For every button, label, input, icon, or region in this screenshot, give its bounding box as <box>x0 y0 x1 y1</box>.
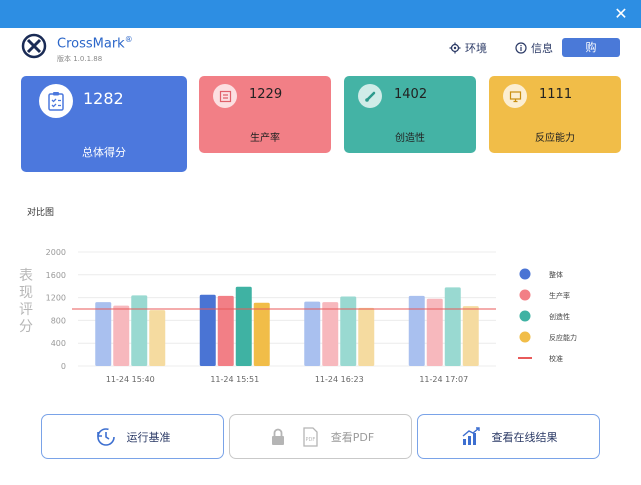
view-pdf-label: 查看PDF <box>330 430 375 444</box>
bar <box>199 294 216 366</box>
bar <box>408 295 425 366</box>
view-online-results-label: 查看在线结果 <box>491 430 558 444</box>
clock-refresh-icon <box>96 427 115 446</box>
buy-button[interactable]: 购 <box>562 38 620 57</box>
bar <box>340 296 357 366</box>
y-tick-label: 2000 <box>46 248 66 257</box>
legend-label: 反应能力 <box>549 333 577 342</box>
x-tick-label: 11-24 15:40 <box>106 375 155 384</box>
overall-score-card: 1282 总体得分 <box>21 76 187 172</box>
bar <box>253 302 270 366</box>
close-icon[interactable]: ✕ <box>611 4 631 24</box>
y-tick-label: 1600 <box>46 271 66 280</box>
legend-marker <box>519 268 531 280</box>
responsiveness-card: 1111 反应能力 <box>489 76 621 153</box>
bar <box>304 301 321 366</box>
x-tick-label: 11-24 17:07 <box>419 375 468 384</box>
legend-marker <box>519 310 531 322</box>
productivity-label: 生产率 <box>250 133 280 144</box>
crossmark-logo-icon <box>21 33 47 59</box>
creativity-score: 1402 <box>394 87 428 102</box>
brush-icon <box>358 84 382 108</box>
x-tick-label: 11-24 15:51 <box>210 375 259 384</box>
chart-growth-icon <box>462 426 480 445</box>
overall-score-label: 总体得分 <box>82 146 126 159</box>
y-tick-label: 1200 <box>46 294 66 303</box>
bar <box>113 305 130 366</box>
svg-text:PDF: PDF <box>305 437 315 443</box>
y-tick-label: 0 <box>61 362 66 371</box>
title-bar: ✕ <box>0 0 641 28</box>
view-online-results-button[interactable]: 查看在线结果 <box>417 414 600 459</box>
bar <box>322 302 339 366</box>
creativity-label: 创造性 <box>395 133 425 144</box>
environment-button[interactable]: 环境 <box>449 40 487 56</box>
pdf-icon: PDF <box>303 426 318 447</box>
environment-label: 环境 <box>465 42 487 55</box>
legend-label: 校准 <box>549 354 563 363</box>
info-label: 信息 <box>531 42 553 55</box>
legend-label: 生产率 <box>549 291 570 300</box>
legend-label: 整体 <box>549 270 563 279</box>
bar <box>131 295 148 366</box>
x-tick-label: 11-24 16:23 <box>315 375 364 384</box>
y-tick-label: 400 <box>51 339 66 348</box>
run-benchmark-label: 运行基准 <box>126 430 171 444</box>
info-icon <box>515 42 527 54</box>
document-icon <box>213 84 237 108</box>
bar <box>217 295 234 366</box>
bar <box>235 286 252 366</box>
clipboard-icon <box>39 84 73 118</box>
productivity-card: 1229 生产率 <box>199 76 331 153</box>
view-pdf-button[interactable]: PDF 查看PDF <box>229 414 412 459</box>
comparison-bar-chart: 2000 1600 1200 800 400 0 11-24 15:40 11-24 15:5… <box>46 248 577 384</box>
responsiveness-score: 1111 <box>539 87 573 102</box>
legend-marker <box>519 331 531 343</box>
y-tick-label: 800 <box>51 316 66 325</box>
legend-label: 创造性 <box>549 312 570 321</box>
bar <box>149 310 166 366</box>
responsiveness-label: 反应能力 <box>535 133 575 144</box>
gear-icon <box>449 42 461 54</box>
info-button[interactable]: 信息 <box>515 40 553 56</box>
monitor-icon <box>503 84 527 108</box>
version-label: 版本 1.0.1.88 <box>57 55 103 63</box>
bar <box>444 287 461 366</box>
legend-marker <box>519 289 531 301</box>
creativity-card: 1402 创造性 <box>344 76 476 153</box>
bar <box>95 302 112 366</box>
run-benchmark-button[interactable]: 运行基准 <box>41 414 224 459</box>
lock-icon <box>271 428 284 445</box>
productivity-score: 1229 <box>249 87 283 102</box>
bar <box>358 307 375 366</box>
brand-name: CrossMark® <box>57 35 133 52</box>
bar <box>462 306 479 366</box>
overall-score: 1282 <box>83 89 124 108</box>
comparison-title: 对比图 <box>27 208 55 218</box>
